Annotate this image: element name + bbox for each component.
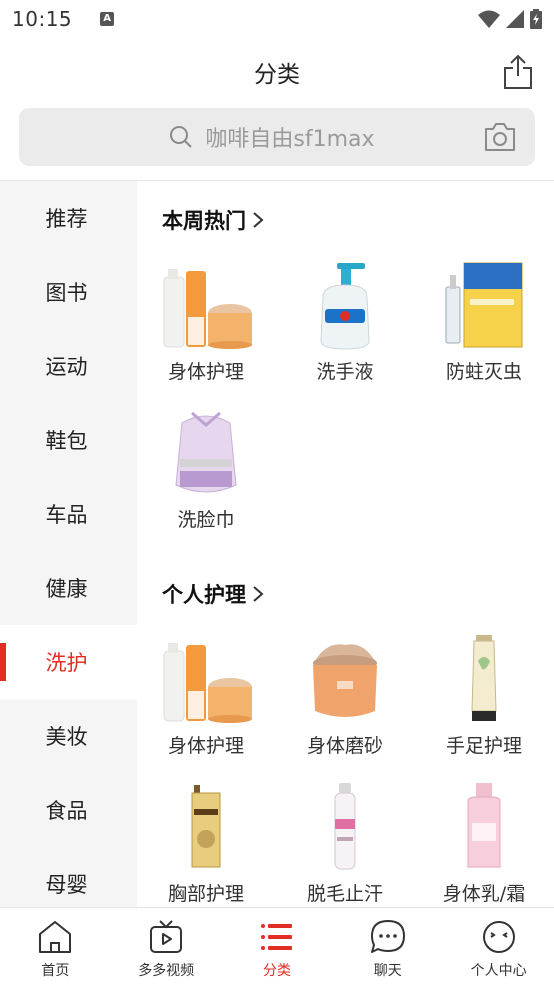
face-towel-roll-image [175, 411, 237, 493]
nav-label: 聊天 [373, 963, 402, 979]
nav-home[interactable]: 首页 [0, 908, 111, 984]
sidebar-item-sports[interactable]: 运动 [0, 329, 137, 403]
product-label: 身体护理 [167, 735, 244, 757]
sidebar-item-label: 健康 [45, 577, 88, 601]
sidebar-item-label: 运动 [45, 355, 88, 379]
signal-icon [506, 10, 524, 28]
page-title: 分类 [254, 62, 300, 88]
home-icon [39, 921, 72, 953]
pest-control-box-image [445, 262, 523, 348]
sidebar-item-car[interactable]: 车品 [0, 477, 137, 551]
sidebar-item-label: 美妆 [45, 725, 88, 749]
product-face-towel[interactable]: 洗脸巾 [137, 405, 275, 532]
product-body-scrub[interactable]: 身体磨砂 [276, 631, 414, 758]
product-body-lotion[interactable]: 身体乳/霜 [415, 779, 553, 906]
chat-bubble-icon [370, 920, 405, 953]
nav-chat[interactable]: 聊天 [332, 908, 443, 984]
product-label: 身体护理 [167, 361, 244, 383]
product-label: 身体磨砂 [306, 735, 383, 757]
nav-video[interactable]: 多多视频 [111, 908, 222, 984]
section-title-label: 本周热门 [162, 209, 246, 233]
share-icon[interactable] [502, 54, 534, 90]
product-breast-care[interactable]: 胸部护理 [137, 779, 275, 906]
page-header: 分类 [0, 38, 554, 106]
nav-category[interactable]: 分类 [222, 908, 333, 984]
product-label: 脱毛止汗 [306, 883, 383, 905]
sidebar-item-shoes-bags[interactable]: 鞋包 [0, 403, 137, 477]
product-label: 洗手液 [316, 361, 374, 383]
bottom-nav: 首页 多多视频 分类 聊天 个人中心 [0, 907, 554, 984]
video-tv-icon [150, 920, 183, 953]
sidebar-item-label: 鞋包 [45, 429, 88, 453]
battery-icon [530, 9, 542, 29]
chevron-right-icon [253, 586, 264, 602]
sidebar-item-label: 洗护 [45, 651, 88, 675]
product-body-care[interactable]: 身体护理 [137, 257, 275, 384]
nav-label: 多多视频 [138, 963, 195, 979]
search-placeholder: 咖啡自由sf1max [205, 127, 375, 152]
body-lotion-bottle-image [467, 783, 501, 868]
product-label: 身体乳/霜 [442, 883, 526, 905]
hair-removal-spray-image [334, 783, 356, 870]
notification-icon: A [100, 12, 115, 26]
product-hair-removal[interactable]: 脱毛止汗 [276, 779, 414, 906]
search-field[interactable]: 咖啡自由sf1max [169, 121, 375, 153]
camera-icon[interactable] [483, 122, 517, 152]
nav-label: 分类 [262, 963, 291, 979]
product-hand-foot-care[interactable]: 手足护理 [415, 631, 553, 758]
body-care-set-image [163, 643, 252, 723]
product-body-care-2[interactable]: 身体护理 [137, 631, 275, 758]
sidebar-item-label: 图书 [45, 281, 88, 305]
sidebar-item-books[interactable]: 图书 [0, 255, 137, 329]
nav-label: 个人中心 [470, 963, 527, 979]
product-label: 胸部护理 [167, 883, 244, 905]
sidebar-item-personal-care[interactable]: 洗护 [0, 625, 137, 699]
section-title-weekly-hot[interactable]: 本周热门 [162, 205, 264, 235]
sidebar-item-label: 推荐 [45, 207, 88, 231]
product-pest-control[interactable]: 防蛀灭虫 [415, 257, 553, 384]
product-hand-soap[interactable]: 洗手液 [276, 257, 414, 384]
search-icon [170, 126, 193, 148]
sidebar-item-label: 母婴 [45, 873, 88, 897]
status-bar: 10:15 A [0, 0, 554, 38]
body-care-set-image [163, 269, 252, 349]
sidebar-item-health[interactable]: 健康 [0, 551, 137, 625]
profile-face-icon [482, 921, 515, 953]
wifi-icon [478, 10, 500, 28]
category-content: 本周热门 身体护理 洗手液 防蛀灭虫 洗脸巾 个人护理 身体护理 身体磨砂 手足… [137, 181, 554, 907]
section-title-personal-care[interactable]: 个人护理 [162, 579, 264, 609]
search-bar[interactable]: 咖啡自由sf1max [19, 108, 535, 166]
sidebar-item-label: 食品 [45, 799, 88, 823]
category-list-icon [260, 924, 292, 950]
sidebar-item-food[interactable]: 食品 [0, 773, 137, 847]
status-time: 10:15 [12, 7, 73, 31]
sidebar-item-label: 车品 [45, 503, 88, 527]
product-label: 手足护理 [445, 735, 522, 757]
product-label: 防蛀灭虫 [445, 361, 522, 383]
product-label: 洗脸巾 [177, 509, 235, 531]
nav-label: 首页 [41, 963, 70, 979]
sidebar-item-makeup[interactable]: 美妆 [0, 699, 137, 773]
hand-cream-tube-image [471, 635, 497, 721]
body-scrub-jar-image [313, 644, 377, 717]
sidebar-item-recommend[interactable]: 推荐 [0, 181, 137, 255]
sidebar-item-baby[interactable]: 母婴 [0, 847, 137, 907]
breast-care-box-image [191, 785, 221, 868]
nav-profile[interactable]: 个人中心 [443, 908, 554, 984]
chevron-right-icon [253, 212, 264, 228]
status-indicators [478, 9, 542, 29]
section-title-label: 个人护理 [162, 583, 246, 607]
hand-soap-bottle-image [320, 263, 370, 350]
category-sidebar: 推荐 图书 运动 鞋包 车品 健康 洗护 美妆 食品 母婴 [0, 181, 137, 907]
